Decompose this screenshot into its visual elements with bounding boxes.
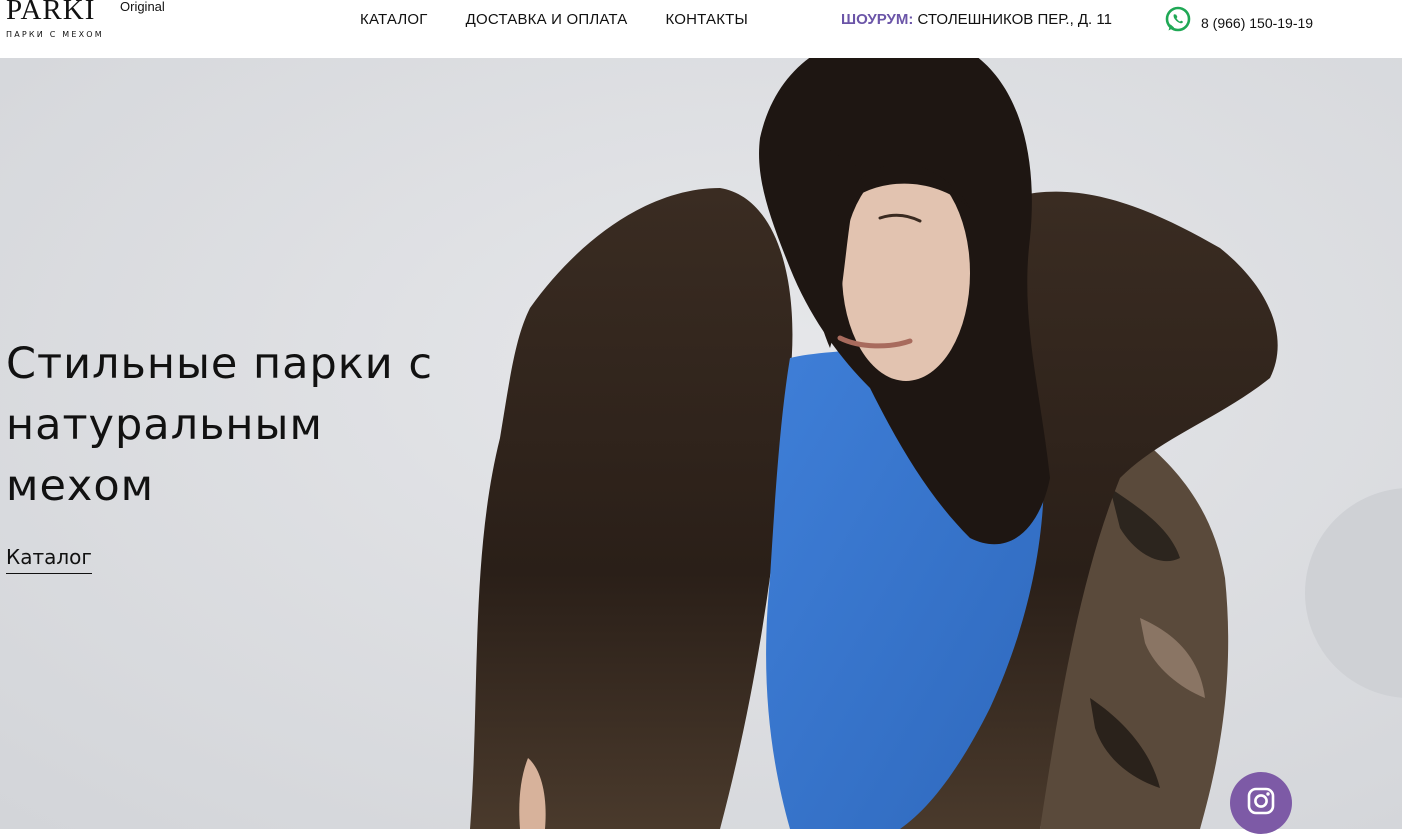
nav-item-contacts[interactable]: КОНТАКТЫ bbox=[666, 11, 749, 28]
nav-item-catalog[interactable]: КАТАЛОГ bbox=[360, 11, 428, 28]
hero-banner: Стильные парки с натуральным мехом Катал… bbox=[0, 58, 1402, 829]
phone-contact[interactable]: 8 (966) 150-19-19 bbox=[1164, 6, 1313, 39]
showroom-address: ШОУРУМ: СТОЛЕШНИКОВ ПЕР., Д. 11 bbox=[841, 11, 1112, 28]
phone-number[interactable]: 8 (966) 150-19-19 bbox=[1201, 15, 1313, 31]
instagram-button[interactable] bbox=[1230, 772, 1292, 834]
whatsapp-icon bbox=[1164, 6, 1192, 39]
logo-name: PARKI bbox=[6, 0, 96, 26]
logo-tagline: ПАРКИ С МЕХОМ bbox=[6, 30, 104, 39]
main-nav: КАТАЛОГ ДОСТАВКА И ОПЛАТА КОНТАКТЫ bbox=[360, 11, 748, 28]
logo-badge: Original bbox=[120, 0, 165, 14]
hero-title: Стильные парки с натуральным мехом bbox=[6, 339, 434, 511]
hero-catalog-link[interactable]: Каталог bbox=[6, 545, 92, 574]
site-header: PARKI ПАРКИ С МЕХОМ Original КАТАЛОГ ДОС… bbox=[0, 0, 1402, 58]
instagram-icon bbox=[1247, 787, 1275, 820]
showroom-label: ШОУРУМ: bbox=[841, 11, 914, 28]
nav-item-delivery[interactable]: ДОСТАВКА И ОПЛАТА bbox=[466, 11, 628, 28]
showroom-street: СТОЛЕШНИКОВ ПЕР., Д. 11 bbox=[917, 11, 1112, 28]
